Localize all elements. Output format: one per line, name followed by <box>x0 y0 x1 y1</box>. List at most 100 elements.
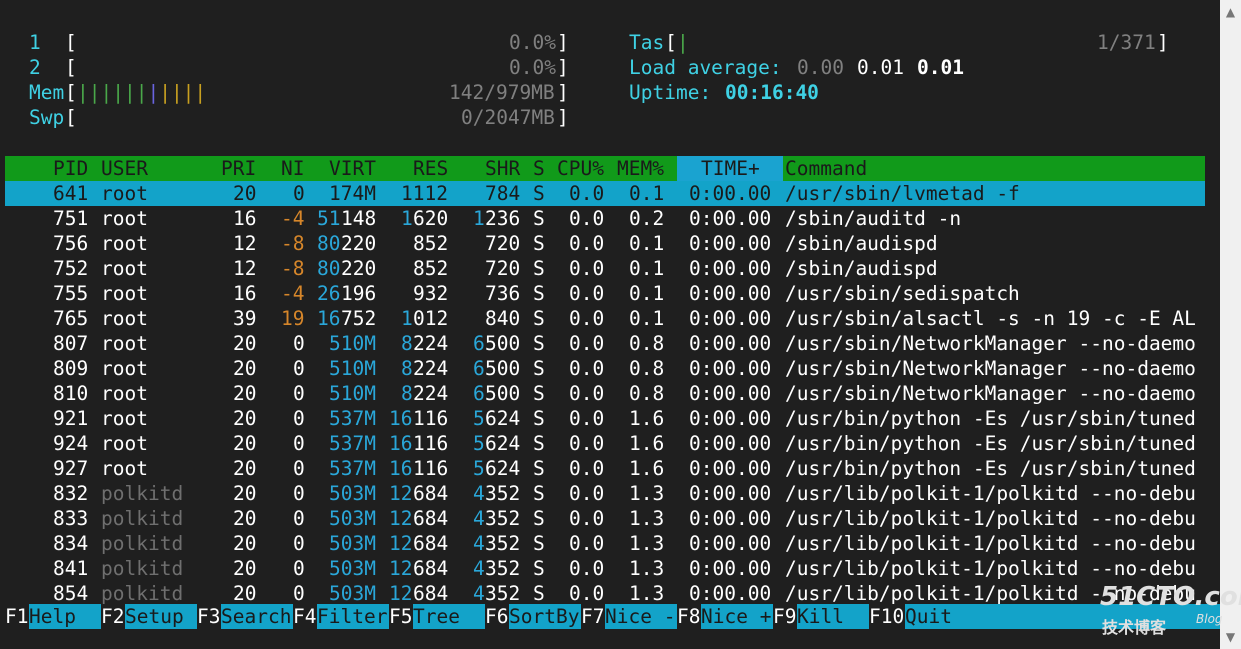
fkey-f9-button[interactable]: Kill <box>797 604 869 629</box>
cell-mem: 0.1 <box>629 232 665 255</box>
column-cpu[interactable]: CPU% <box>557 156 604 181</box>
cell-shr-high: 4 <box>473 482 485 505</box>
fkey-f5-button[interactable]: Tree <box>413 604 485 629</box>
column-time[interactable]: TIME+ <box>701 156 760 181</box>
table-row-selected[interactable]: 641 root 20 0 174M 1112 784 S 0.0 0.1 0:00.00/usr/… <box>5 181 1205 206</box>
column-pid[interactable]: PID <box>53 156 88 181</box>
cell-shr-high: 1 <box>473 207 485 230</box>
cell-pid: 751 <box>53 207 89 230</box>
column-res[interactable]: RES <box>413 156 448 181</box>
watermark-sub: 技术博客 <box>1102 618 1167 637</box>
table-row[interactable]: 927 root 20 0 537M 16 116 5 624 S 0.0 1.6 0:00.00/us… <box>5 456 1205 481</box>
cell-virt-high: 16 <box>317 307 341 330</box>
cell-shr-low: 236 <box>485 207 521 230</box>
cell-shr-low: 720 <box>485 257 521 280</box>
cell-state: S <box>533 532 545 555</box>
cell-state: S <box>533 232 545 255</box>
column-command[interactable]: Command <box>785 156 867 181</box>
cell-command: /usr/bin/python -Es /usr/sbin/tuned <box>785 457 1196 480</box>
table-row[interactable]: 756 root 12 -8 80 220 852 720 S 0.0 0.1 0:00.00/sbi… <box>5 231 1205 256</box>
vertical-scrollbar[interactable]: ▲ ▼ <box>1220 0 1241 649</box>
cell-virt-low: 148 <box>341 207 377 230</box>
fkey-f2-button[interactable]: Setup <box>125 604 197 629</box>
fkey-f4-button[interactable]: Filter <box>317 604 389 629</box>
cell-cpu: 0.0 <box>569 307 605 330</box>
table-row[interactable]: 924 root 20 0 537M 16 116 5 624 S 0.0 1.6 0:00.00/us… <box>5 431 1205 456</box>
cell-user: root <box>101 257 148 280</box>
cell-user: root <box>101 332 148 355</box>
cell-res-low: 012 <box>413 307 449 330</box>
column-virt[interactable]: VIRT <box>329 156 376 181</box>
chevron-up-icon[interactable]: ▲ <box>1220 2 1241 22</box>
cell-mem: 0.8 <box>629 357 665 380</box>
cell-mem: 1.3 <box>629 532 665 555</box>
column-ni[interactable]: NI <box>281 156 304 181</box>
cell-time: 0:00.00 <box>689 257 772 280</box>
column-user[interactable]: USER <box>101 156 148 181</box>
cell-ni: 0 <box>293 557 305 580</box>
table-row[interactable]: 841 polkitd 20 0 503M 12 684 4 352 S 0.0 1.3 0:00.00… <box>5 556 1205 581</box>
table-row[interactable]: 809 root 20 0 510M 8 224 6 500 S 0.0 0.8 0:00.00/usr… <box>5 356 1205 381</box>
cell-pri: 20 <box>233 582 257 605</box>
fkey-f7-button[interactable]: Nice - <box>605 604 677 629</box>
cpu1-close-bracket: ] <box>557 31 569 54</box>
cell-time: 0:00.00 <box>689 207 772 230</box>
cell-command: /usr/sbin/NetworkManager --no-daemo <box>785 357 1196 380</box>
column-mem[interactable]: MEM% <box>617 156 664 181</box>
cell-user: root <box>101 232 148 255</box>
table-row[interactable]: 834 polkitd 20 0 503M 12 684 4 352 S 0.0 1.3 0:00.00… <box>5 531 1205 556</box>
column-pri[interactable]: PRI <box>221 156 256 181</box>
cell-cpu: 0.0 <box>569 582 605 605</box>
fkey-f1-button[interactable]: Help <box>29 604 101 629</box>
column-shr[interactable]: SHR <box>485 156 520 181</box>
table-row[interactable]: 832 polkitd 20 0 503M 12 684 4 352 S 0.0 1.3 0:00.00… <box>5 481 1205 506</box>
cell-shr-low: 624 <box>485 407 521 430</box>
cell-ni: 19 <box>281 307 305 330</box>
cell-time: 0:00.00 <box>689 232 772 255</box>
cell-mem: 1.6 <box>629 457 665 480</box>
cell-virt-high: 510M <box>329 382 376 405</box>
cell-cpu: 0.0 <box>569 507 605 530</box>
cell-cpu: 0.0 <box>569 457 605 480</box>
table-row[interactable]: 921 root 20 0 537M 16 116 5 624 S 0.0 1.6 0:00.00/us… <box>5 406 1205 431</box>
fkey-f6-button[interactable]: SortBy <box>509 604 581 629</box>
watermark-site: 51CTO.com <box>1100 582 1241 612</box>
cell-state: S <box>533 482 545 505</box>
fkey-f3-button[interactable]: Search <box>221 604 293 629</box>
fkey-f8-button[interactable]: Nice + <box>701 604 773 629</box>
table-row[interactable]: 751 root 16 -4 51 148 1 620 1 236 S 0.0 0.2 0:00.00/s… <box>5 206 1205 231</box>
cell-time: 0:00.00 <box>689 557 772 580</box>
table-row[interactable]: 854 polkitd 20 0 503M 12 684 4 352 S 0.0 1.3 0:00.00… <box>5 581 1205 606</box>
cell-state: S <box>533 307 545 330</box>
cell-command: /usr/lib/polkit-1/polkitd --no-debu <box>785 532 1196 555</box>
cell-pri: 12 <box>233 257 257 280</box>
cell-cpu: 0.0 <box>569 207 605 230</box>
tasks-open-bracket: [ <box>665 31 677 54</box>
table-row[interactable]: 752 root 12 -8 80 220 852 720 S 0.0 0.1 0:00.00/sbi… <box>5 256 1205 281</box>
tasks-meter: Tas [ | 1/371 ] <box>629 30 1189 55</box>
mem-close-bracket: ] <box>557 81 569 104</box>
cell-virt-high: 51 <box>317 207 341 230</box>
cell-time: 0:00.00 <box>689 382 772 405</box>
column-state[interactable]: S <box>533 156 545 181</box>
swp-open-bracket: [ <box>65 106 77 129</box>
cell-user: polkitd <box>101 482 184 505</box>
cell-user: root <box>101 357 148 380</box>
cell-pid: 854 <box>53 582 89 605</box>
table-row[interactable]: 755 root 16 -4 26 196 932 736 S 0.0 0.1 0:00.00/usr… <box>5 281 1205 306</box>
cell-state: S <box>533 257 545 280</box>
cell-pid: 755 <box>53 282 89 305</box>
table-row[interactable]: 810 root 20 0 510M 8 224 6 500 S 0.0 0.8 0:00.00/usr… <box>5 381 1205 406</box>
terminal-screen[interactable]: 1 [ 0.0% ] 2 [ 0.0% ] Mem [ ||||||||||| … <box>0 0 1221 649</box>
table-row[interactable]: 807 root 20 0 510M 8 224 6 500 S 0.0 0.8 0:00.00/usr… <box>5 331 1205 356</box>
cpu2-open-bracket: [ <box>65 56 77 79</box>
cell-mem: 0.8 <box>629 382 665 405</box>
table-row[interactable]: 833 polkitd 20 0 503M 12 684 4 352 S 0.0 1.3 0:00.00… <box>5 506 1205 531</box>
table-row[interactable]: 765 root 39 19 16 752 1 012 840 S 0.0 0.1 0:00.00/us… <box>5 306 1205 331</box>
fkey-f1-key: F1 <box>5 605 29 628</box>
cell-mem: 0.1 <box>629 257 665 280</box>
cell-cpu: 0.0 <box>569 357 605 380</box>
cell-mem: 0.1 <box>629 282 665 305</box>
uptime-value: 00:16:40 <box>725 81 819 104</box>
cell-mem: 0.8 <box>629 332 665 355</box>
